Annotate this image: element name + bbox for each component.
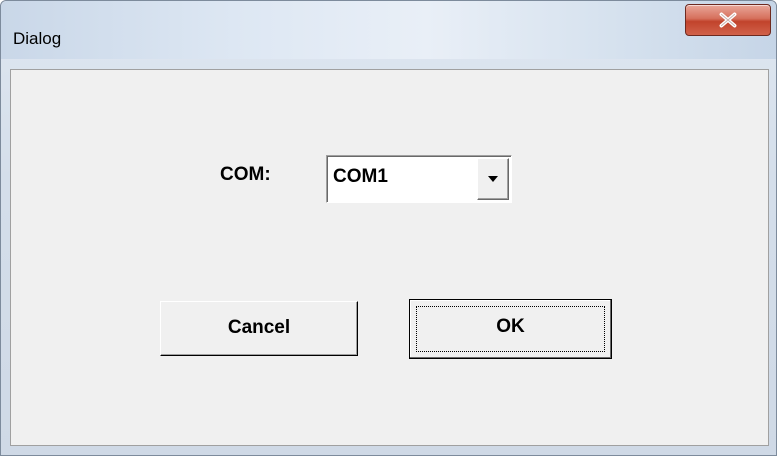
com-port-value: COM1 xyxy=(333,166,388,187)
dialog-client-area: COM: COM1 Cancel OK xyxy=(10,69,769,446)
dialog-window: Dialog COM: COM1 Cancel OK xyxy=(0,0,777,456)
ok-button[interactable]: OK xyxy=(409,299,612,359)
window-title: Dialog xyxy=(13,29,62,48)
ok-button-label: OK xyxy=(496,316,525,337)
dropdown-button[interactable] xyxy=(477,158,509,200)
title-bar[interactable]: Dialog xyxy=(1,1,776,59)
cancel-button-label: Cancel xyxy=(227,317,291,338)
com-label: COM: xyxy=(220,164,271,185)
close-button[interactable] xyxy=(685,4,771,36)
com-port-select[interactable]: COM1 xyxy=(326,155,512,203)
chevron-down-icon xyxy=(488,176,498,182)
close-icon xyxy=(719,12,737,28)
cancel-button[interactable]: Cancel xyxy=(160,301,358,356)
